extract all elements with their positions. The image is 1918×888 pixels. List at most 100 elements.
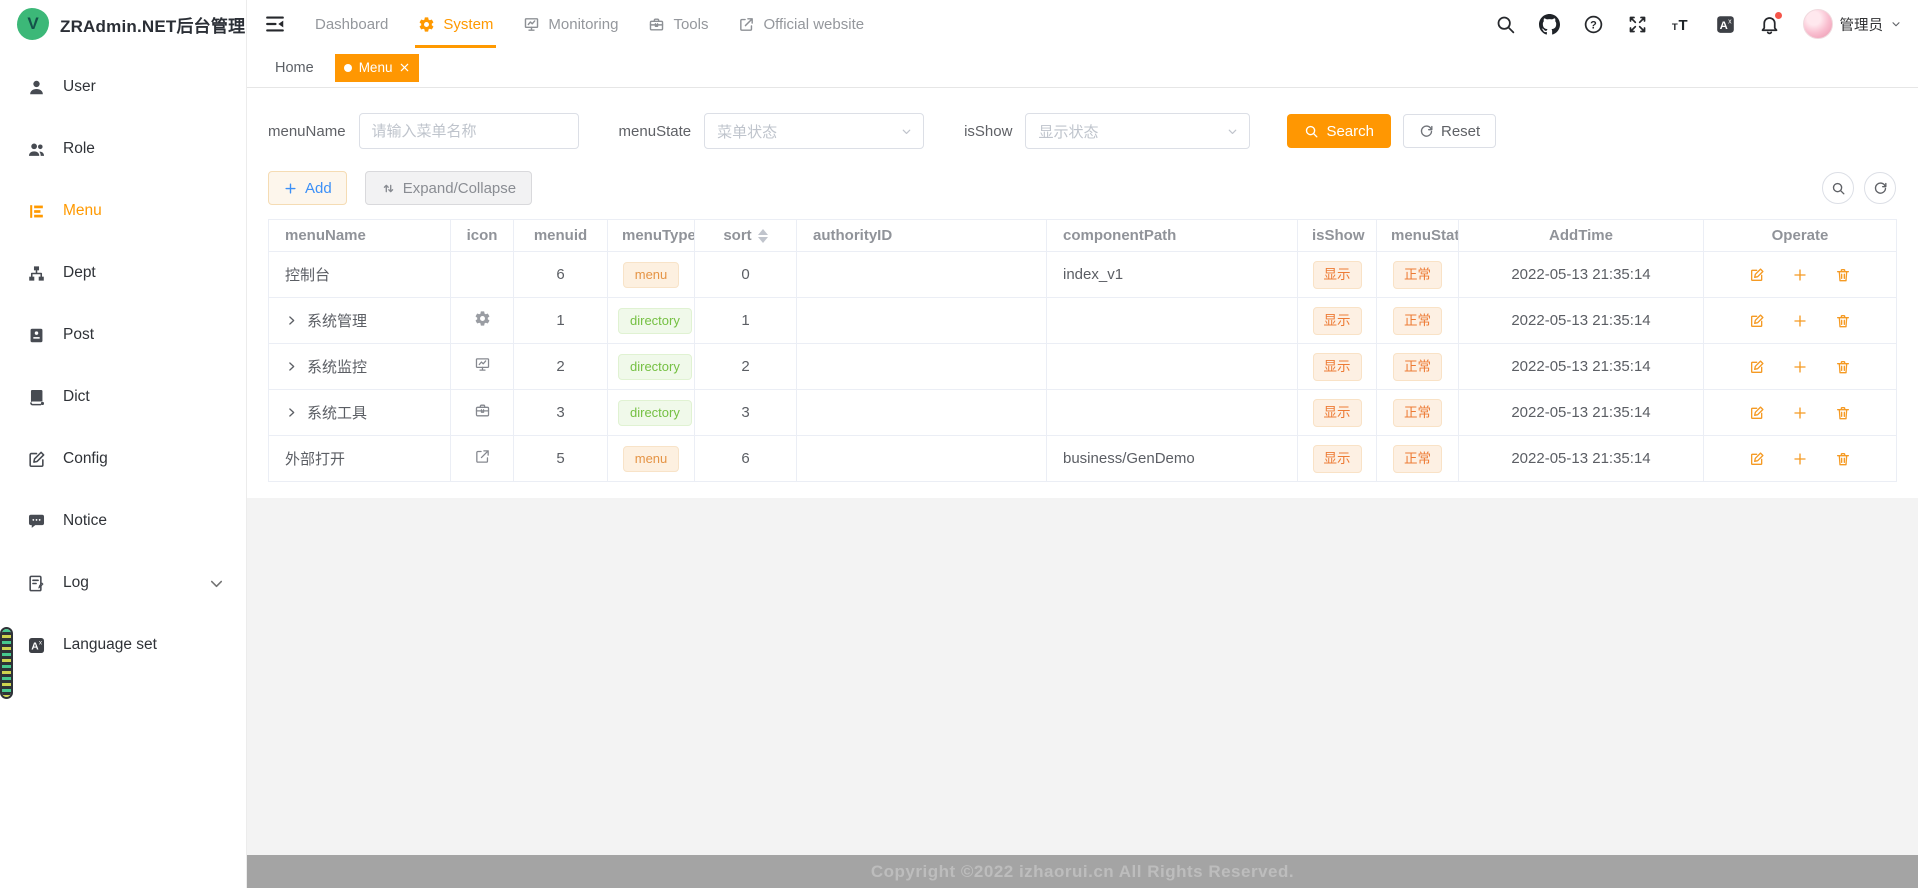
menu-state-select[interactable]: 菜单状态: [704, 113, 924, 149]
reset-button[interactable]: Reset: [1403, 114, 1496, 148]
sidebar-item-user[interactable]: User: [0, 56, 246, 118]
sidebar-item-dict[interactable]: Dict: [0, 366, 246, 428]
github-icon[interactable]: [1539, 14, 1560, 35]
sidebar-menu: User Role Menu Dept Post Dict: [0, 48, 246, 676]
is-show-tag: 显示: [1313, 399, 1362, 427]
user-menu[interactable]: 管理员: [1803, 9, 1903, 39]
edit-icon[interactable]: [1749, 313, 1765, 329]
delete-icon[interactable]: [1835, 451, 1851, 467]
is-show-select[interactable]: 显示状态: [1025, 113, 1250, 149]
monitor-icon: [474, 356, 491, 373]
add-child-icon[interactable]: [1792, 313, 1808, 329]
svg-text:?: ?: [1590, 19, 1597, 31]
add-time: 2022-05-13 21:35:14: [1459, 436, 1704, 482]
tabs-bar: Home Menu: [247, 48, 1918, 88]
add-child-icon[interactable]: [1792, 359, 1808, 375]
page-footer: Copyright ©2022 izhaorui.cn All Rights R…: [247, 855, 1918, 888]
fullscreen-icon[interactable]: [1627, 14, 1648, 35]
delete-icon[interactable]: [1835, 359, 1851, 375]
menu-name-label: menuName: [268, 123, 346, 140]
close-icon[interactable]: [399, 62, 410, 73]
is-show-tag: 显示: [1313, 445, 1362, 473]
nav-item-dashboard[interactable]: Dashboard: [300, 0, 403, 48]
tab-home[interactable]: Home: [275, 60, 314, 76]
refresh-table-button[interactable]: [1864, 172, 1896, 204]
search-button[interactable]: Search: [1287, 114, 1391, 148]
expand-collapse-button[interactable]: Expand/Collapse: [365, 171, 532, 205]
table-row: 外部打开 5 menu 6 business/GenDemo 显示 正常 202…: [269, 436, 1897, 482]
chevron-down-icon: [1226, 125, 1239, 138]
sidebar-item-label: Menu: [63, 202, 102, 220]
expand-row-icon[interactable]: [285, 314, 298, 327]
add-child-icon[interactable]: [1792, 405, 1808, 421]
add-child-icon[interactable]: [1792, 451, 1808, 467]
edit-icon[interactable]: [1749, 267, 1765, 283]
add-child-icon[interactable]: [1792, 267, 1808, 283]
collapse-sidebar-icon[interactable]: [264, 13, 286, 35]
nav-item-official-website[interactable]: Official website: [723, 0, 879, 48]
copyright-text: Copyright ©2022 izhaorui.cn All Rights R…: [871, 862, 1294, 882]
col-menuid: menuid: [514, 220, 608, 252]
delete-icon[interactable]: [1835, 405, 1851, 421]
sidebar-item-language-set[interactable]: Ax Language set: [0, 614, 246, 676]
translate-icon: Ax: [27, 636, 46, 655]
chat-bubble-icon: [27, 512, 46, 531]
top-navigation: Dashboard System Monitoring Tools Offici…: [300, 0, 879, 48]
font-size-icon[interactable]: TT: [1671, 14, 1692, 35]
notification-dot: [1775, 12, 1782, 19]
sidebar-item-dept[interactable]: Dept: [0, 242, 246, 304]
app-title: ZRAdmin.NET后台管理: [60, 12, 245, 37]
sidebar-item-log[interactable]: Log: [0, 552, 246, 614]
expand-row-icon[interactable]: [285, 406, 298, 419]
menu-state-tag: 正常: [1393, 445, 1442, 473]
sidebar-item-notice[interactable]: Notice: [0, 490, 246, 552]
edit-icon[interactable]: [1749, 451, 1765, 467]
delete-icon[interactable]: [1835, 313, 1851, 329]
sidebar-item-config[interactable]: Config: [0, 428, 246, 490]
add-button-label: Add: [305, 180, 332, 197]
nav-item-monitoring[interactable]: Monitoring: [508, 0, 633, 48]
sort-carets-icon[interactable]: [758, 229, 768, 243]
menu-type-tag: directory: [618, 354, 692, 380]
search-icon: [1304, 124, 1319, 139]
sidebar-item-role[interactable]: Role: [0, 118, 246, 180]
search-icon[interactable]: [1495, 14, 1516, 35]
col-icon: icon: [451, 220, 514, 252]
svg-text:A: A: [31, 641, 39, 652]
floating-widget-handle[interactable]: [0, 627, 13, 699]
chevron-down-icon: [900, 125, 913, 138]
filter-menu-name: menuName: [268, 113, 579, 149]
toolbox-icon: [474, 402, 491, 419]
header-actions: ? TT Ax 管理员: [1495, 9, 1903, 39]
expand-row-icon[interactable]: [285, 360, 298, 373]
sidebar-item-menu[interactable]: Menu: [0, 180, 246, 242]
col-sort[interactable]: sort: [695, 220, 797, 252]
col-menu-name: menuName: [269, 220, 451, 252]
delete-icon[interactable]: [1835, 267, 1851, 283]
translate-icon[interactable]: Ax: [1715, 14, 1736, 35]
col-menu-state: menuState: [1377, 220, 1459, 252]
edit-icon[interactable]: [1749, 359, 1765, 375]
nav-item-system[interactable]: System: [403, 0, 508, 48]
toolbox-icon: [648, 16, 665, 33]
svg-text:x: x: [1728, 18, 1732, 25]
menuid: 5: [514, 436, 608, 482]
add-button[interactable]: Add: [268, 171, 347, 205]
content-spacer: [247, 498, 1918, 855]
org-chart-icon: [27, 264, 46, 283]
menuid: 2: [514, 344, 608, 390]
nav-item-tools[interactable]: Tools: [633, 0, 723, 48]
help-icon[interactable]: ?: [1583, 14, 1604, 35]
tab-menu-active[interactable]: Menu: [335, 54, 420, 82]
edit-icon[interactable]: [1749, 405, 1765, 421]
sidebar-item-post[interactable]: Post: [0, 304, 246, 366]
table-header-row: menuName icon menuid menuType sort autho…: [269, 220, 1897, 252]
notification-bell-icon[interactable]: [1759, 14, 1780, 35]
menu-name-input[interactable]: [359, 113, 579, 149]
chevron-down-icon: [207, 574, 226, 593]
component-path: index_v1: [1047, 252, 1298, 298]
plus-icon: [283, 181, 298, 196]
add-time: 2022-05-13 21:35:14: [1459, 298, 1704, 344]
is-show-tag: 显示: [1313, 307, 1362, 335]
show-search-button[interactable]: [1822, 172, 1854, 204]
